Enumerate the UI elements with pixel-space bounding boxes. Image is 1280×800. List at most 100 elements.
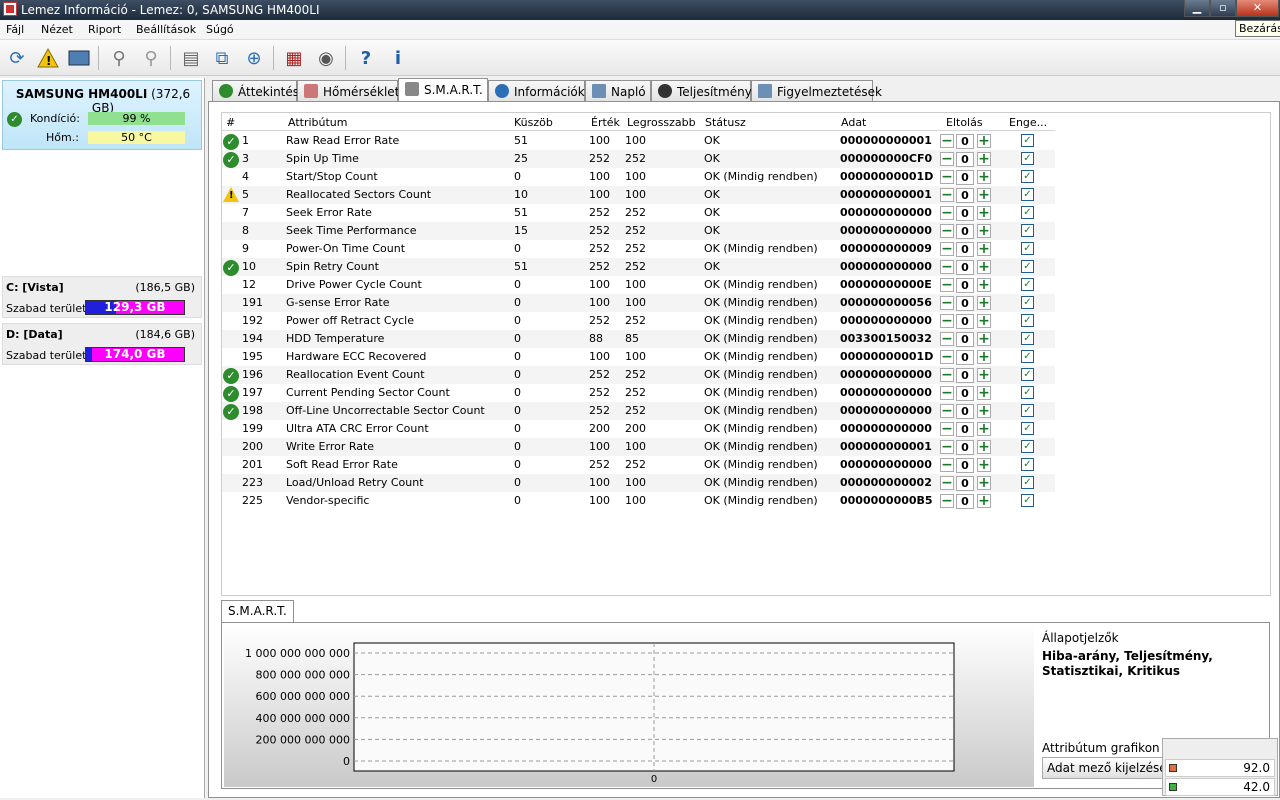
col-attribute[interactable]: Attribútum xyxy=(288,116,348,129)
table-row[interactable]: ✓ 10 Spin Retry Count 51 252 252 OK 00000000000… xyxy=(222,258,1055,276)
enabled-checkbox[interactable]: ✓ xyxy=(1021,134,1034,147)
col-threshold[interactable]: Küszöb xyxy=(514,116,553,129)
maximize-button[interactable]: ▫ xyxy=(1210,0,1236,17)
decrease-offset-button[interactable]: − xyxy=(940,422,954,436)
decrease-offset-button[interactable]: − xyxy=(940,350,954,364)
offset-value[interactable]: 0 xyxy=(956,278,974,293)
chart-icon[interactable]: ▦ xyxy=(280,44,308,72)
decrease-offset-button[interactable]: − xyxy=(940,314,954,328)
warning-icon[interactable]: ! xyxy=(34,44,62,72)
table-row[interactable]: ✓ 198 Off-Line Uncorrectable Sector Count 0… xyxy=(222,402,1055,420)
satellite-gray-icon[interactable]: ⚲ xyxy=(137,44,165,72)
increase-offset-button[interactable]: + xyxy=(977,386,991,400)
increase-offset-button[interactable]: + xyxy=(977,278,991,292)
decrease-offset-button[interactable]: − xyxy=(940,152,954,166)
table-row[interactable]: 9 Power-On Time Count 0 252 252 OK (Mindig re… xyxy=(222,240,1055,258)
decrease-offset-button[interactable]: − xyxy=(940,260,954,274)
offset-value[interactable]: 0 xyxy=(956,332,974,347)
tab-warnings[interactable]: Figyelmeztetések xyxy=(751,80,882,101)
document-icon[interactable]: ▤ xyxy=(177,44,205,72)
increase-offset-button[interactable]: + xyxy=(977,152,991,166)
increase-offset-button[interactable]: + xyxy=(977,314,991,328)
enabled-checkbox[interactable]: ✓ xyxy=(1021,422,1034,435)
offset-value[interactable]: 0 xyxy=(956,476,974,491)
offset-value[interactable]: 0 xyxy=(956,242,974,257)
enabled-checkbox[interactable]: ✓ xyxy=(1021,332,1034,345)
table-row[interactable]: 7 Seek Error Rate 51 252 252 OK 000000000000−0… xyxy=(222,204,1055,222)
increase-offset-button[interactable]: + xyxy=(977,494,991,508)
table-row[interactable]: 199 Ultra ATA CRC Error Count 0 200 200 OK (M… xyxy=(222,420,1055,438)
col-worst[interactable]: Legrosszabb xyxy=(627,116,696,129)
offset-value[interactable]: 0 xyxy=(956,368,974,383)
decrease-offset-button[interactable]: − xyxy=(940,458,954,472)
menu-settings[interactable]: Beállítások xyxy=(136,23,196,36)
enabled-checkbox[interactable]: ✓ xyxy=(1021,296,1034,309)
smart-table[interactable]: # Attribútum Küszöb Érték Legrosszabb St… xyxy=(221,112,1271,596)
tab-log[interactable]: Napló xyxy=(585,80,651,101)
decrease-offset-button[interactable]: − xyxy=(940,224,954,238)
enabled-checkbox[interactable]: ✓ xyxy=(1021,278,1034,291)
offset-value[interactable]: 0 xyxy=(956,494,974,509)
increase-offset-button[interactable]: + xyxy=(977,170,991,184)
table-row[interactable]: 8 Seek Time Performance 15 252 252 OK 00000000… xyxy=(222,222,1055,240)
enabled-checkbox[interactable]: ✓ xyxy=(1021,386,1034,399)
decrease-offset-button[interactable]: − xyxy=(940,440,954,454)
enabled-checkbox[interactable]: ✓ xyxy=(1021,224,1034,237)
menu-help[interactable]: Súgó xyxy=(206,23,234,36)
col-id[interactable]: # xyxy=(226,116,235,129)
disk-card[interactable]: SAMSUNG HM400LI (372,6 GB) ✓ Kondíció: 9… xyxy=(2,80,202,150)
decrease-offset-button[interactable]: − xyxy=(940,278,954,292)
offset-value[interactable]: 0 xyxy=(956,404,974,419)
col-value[interactable]: Érték xyxy=(591,116,620,129)
increase-offset-button[interactable]: + xyxy=(977,296,991,310)
table-row[interactable]: 225 Vendor-specific 0 100 100 OK (Mindig rend… xyxy=(222,492,1055,510)
table-row[interactable]: 192 Power off Retract Cycle 0 252 252 OK (Min… xyxy=(222,312,1055,330)
offset-value[interactable]: 0 xyxy=(956,386,974,401)
menu-file[interactable]: Fájl xyxy=(6,23,24,36)
col-offset[interactable]: Eltolás xyxy=(946,116,983,129)
offset-value[interactable]: 0 xyxy=(956,260,974,275)
decrease-offset-button[interactable]: − xyxy=(940,332,954,346)
offset-value[interactable]: 0 xyxy=(956,350,974,365)
tab-information[interactable]: Információk xyxy=(488,80,585,101)
speaker-icon[interactable]: ◉ xyxy=(312,44,340,72)
decrease-offset-button[interactable]: − xyxy=(940,494,954,508)
bottom-tab-smart[interactable]: S.M.A.R.T. xyxy=(221,600,294,622)
mini-monitor-widget[interactable]: 92.0 42.0 xyxy=(1162,738,1278,796)
col-status[interactable]: Státusz xyxy=(705,116,746,129)
increase-offset-button[interactable]: + xyxy=(977,224,991,238)
info-icon[interactable]: i xyxy=(384,44,412,72)
help-icon[interactable]: ? xyxy=(352,44,380,72)
table-row[interactable]: 4 Start/Stop Count 0 100 100 OK (Mindig rendb… xyxy=(222,168,1055,186)
offset-value[interactable]: 0 xyxy=(956,422,974,437)
table-row[interactable]: 12 Drive Power Cycle Count 0 100 100 OK (Mind… xyxy=(222,276,1055,294)
enabled-checkbox[interactable]: ✓ xyxy=(1021,242,1034,255)
increase-offset-button[interactable]: + xyxy=(977,440,991,454)
copy-icon[interactable]: ⧉ xyxy=(208,44,236,72)
decrease-offset-button[interactable]: − xyxy=(940,368,954,382)
offset-value[interactable]: 0 xyxy=(956,458,974,473)
decrease-offset-button[interactable]: − xyxy=(940,206,954,220)
increase-offset-button[interactable]: + xyxy=(977,206,991,220)
enabled-checkbox[interactable]: ✓ xyxy=(1021,170,1034,183)
partition-d[interactable]: D: [Data] (184,6 GB) Szabad terület 174,… xyxy=(2,323,202,365)
tab-performance[interactable]: Teljesítmény xyxy=(651,80,752,101)
menu-report[interactable]: Riport xyxy=(88,23,121,36)
partition-c[interactable]: C: [Vista] (186,5 GB) Szabad terület 129… xyxy=(2,276,202,318)
menu-view[interactable]: Nézet xyxy=(41,23,73,36)
decrease-offset-button[interactable]: − xyxy=(940,242,954,256)
decrease-offset-button[interactable]: − xyxy=(940,404,954,418)
offset-value[interactable]: 0 xyxy=(956,224,974,239)
increase-offset-button[interactable]: + xyxy=(977,458,991,472)
network-icon[interactable]: ⊕ xyxy=(240,44,268,72)
minimize-button[interactable]: ▁ xyxy=(1184,0,1210,17)
table-row[interactable]: 201 Soft Read Error Rate 0 252 252 OK (Mindig… xyxy=(222,456,1055,474)
table-row[interactable]: 191 G-sense Error Rate 0 100 100 OK (Mindig r… xyxy=(222,294,1055,312)
increase-offset-button[interactable]: + xyxy=(977,476,991,490)
offset-value[interactable]: 0 xyxy=(956,440,974,455)
table-row[interactable]: ✓ 197 Current Pending Sector Count 0 252 252 O… xyxy=(222,384,1055,402)
table-row[interactable]: 200 Write Error Rate 0 100 100 OK (Mindig ren… xyxy=(222,438,1055,456)
offset-value[interactable]: 0 xyxy=(956,170,974,185)
table-row[interactable]: ✓ 196 Reallocation Event Count 0 252 252 OK (M… xyxy=(222,366,1055,384)
enabled-checkbox[interactable]: ✓ xyxy=(1021,494,1034,507)
